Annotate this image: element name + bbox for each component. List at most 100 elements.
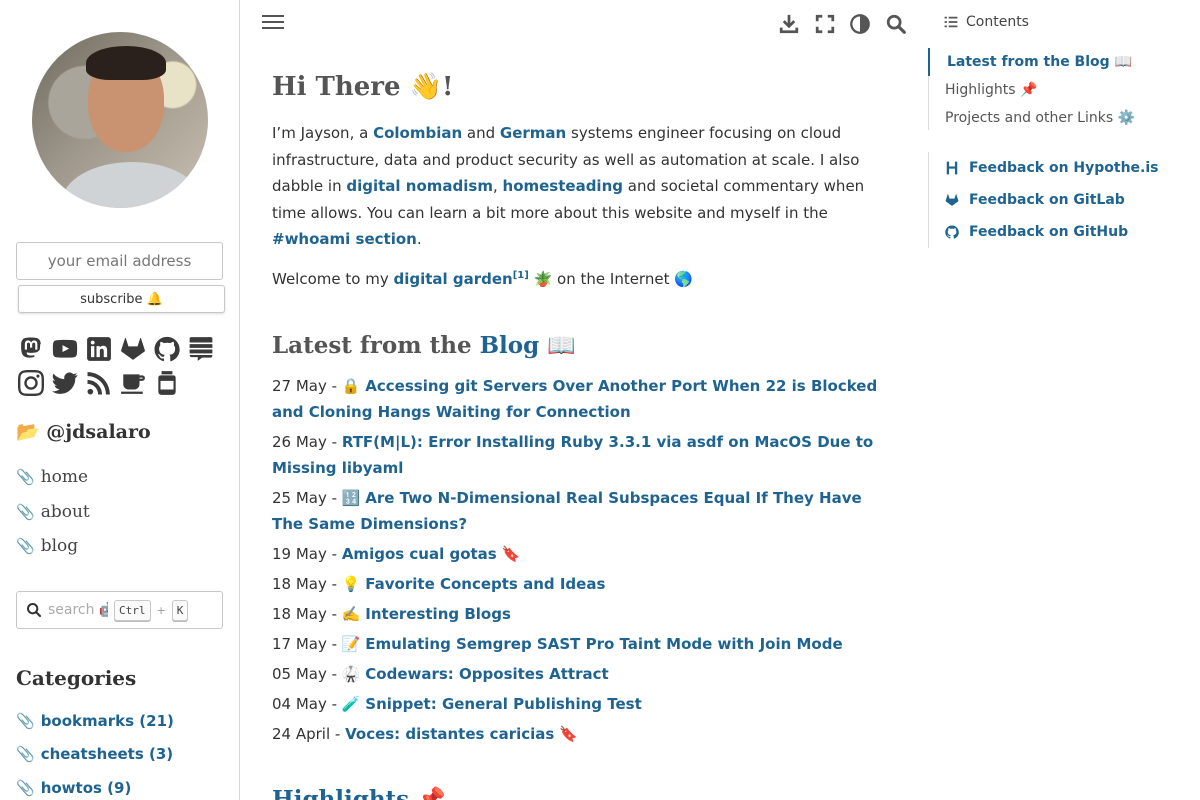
rss-icon[interactable] (84, 368, 114, 398)
post-emoji: 🧪 (341, 695, 366, 713)
text: Welcome to my (272, 269, 394, 288)
feedback-gitlab[interactable]: Feedback on GitLab (928, 184, 1159, 216)
post-link[interactable]: Interesting Blogs (365, 605, 511, 623)
toc-header: Contents (944, 14, 1029, 30)
download-icon[interactable] (777, 12, 801, 36)
link-whoami[interactable]: #whoami section (272, 230, 417, 248)
toc-item-highlights[interactable]: Highlights 📌 (929, 76, 1135, 104)
twitter-icon[interactable] (50, 368, 80, 398)
post-link[interactable]: Amigos cual gotas (342, 545, 497, 563)
gitlab-icon (945, 194, 959, 206)
shortcut-key-k: K (171, 599, 189, 621)
post-date: 26 May - (272, 433, 342, 451)
hamburger-menu-icon[interactable] (262, 12, 284, 34)
feedback-github-link[interactable]: Feedback on GitHub (969, 224, 1128, 240)
post-item: 26 May - RTF(M|L): Error Installing Ruby… (272, 429, 897, 481)
fullscreen-icon[interactable] (813, 12, 837, 36)
avatar-shirt (62, 162, 202, 208)
search-input[interactable] (48, 602, 108, 618)
subscribe-button[interactable]: subscribe 🔔 (18, 285, 225, 313)
post-date: 19 May - (272, 545, 342, 563)
link-digital-nomadism[interactable]: digital nomadism (346, 177, 493, 195)
jar-icon[interactable] (152, 368, 182, 398)
post-link[interactable]: Snippet: General Publishing Test (365, 695, 641, 713)
highlights-heading: Highlights 📌 (272, 786, 446, 800)
post-emoji: 🔒 (341, 377, 366, 395)
category-link[interactable]: cheatsheets (3) (41, 745, 173, 763)
search-box[interactable]: Ctrl + K (16, 591, 223, 629)
category-item-cheatsheets[interactable]: 📎 cheatsheets (3) (16, 738, 174, 772)
post-date: 04 May - (272, 695, 342, 713)
github-icon[interactable] (152, 334, 182, 364)
mastodon-icon[interactable] (16, 334, 46, 364)
profile-handle: 📂 @jdsalaro (16, 421, 151, 443)
feedback-hypothesis-link[interactable]: Feedback on Hypothe.is (969, 160, 1159, 176)
categories-title: Categories (16, 666, 137, 690)
instagram-icon[interactable] (16, 368, 46, 398)
email-field[interactable] (16, 242, 223, 280)
stackexchange-icon[interactable] (186, 334, 216, 364)
shortcut-plus: + (156, 603, 166, 617)
text: 🪴 on the Internet 🌎 (528, 269, 693, 288)
toc-item-blog[interactable]: Latest from the Blog 📖 (928, 48, 1135, 76)
table-of-contents: Contents Latest from the Blog 📖 Highligh… (928, 0, 1200, 800)
paperclip-icon: 📎 (16, 468, 35, 487)
search-icon[interactable] (884, 12, 908, 36)
sidebar-item-blog[interactable]: 📎 blog (16, 529, 90, 564)
sidebar-item-about[interactable]: 📎 about (16, 495, 90, 530)
post-date: 27 May - (272, 377, 342, 395)
post-item: 17 May - 📝 Emulating Semgrep SAST Pro Ta… (272, 631, 897, 657)
avatar[interactable] (32, 32, 208, 208)
category-item-bookmarks[interactable]: 📎 bookmarks (21) (16, 704, 174, 738)
post-date: 18 May - (272, 605, 342, 623)
post-item: 25 May - 🔢 Are Two N-Dimensional Real Su… (272, 485, 897, 537)
post-emoji: 🥋 (341, 665, 366, 683)
post-link[interactable]: Favorite Concepts and Ideas (365, 575, 605, 593)
left-sidebar: subscribe 🔔 📂 @jdsalaro 📎 home 📎 about 📎 bl… (0, 0, 240, 800)
toc-list: Latest from the Blog 📖 Highlights 📌 Proj… (928, 48, 1135, 130)
link-german[interactable]: German (500, 124, 566, 142)
gitlab-icon[interactable] (118, 334, 148, 364)
link-homesteading[interactable]: homesteading (503, 177, 623, 195)
blog-link[interactable]: Blog (480, 332, 540, 359)
theme-toggle-icon[interactable] (848, 12, 872, 36)
feedback-hypothesis[interactable]: Feedback on Hypothe.is (928, 152, 1159, 184)
post-list: 27 May - 🔒 Accessing git Servers Over An… (272, 373, 897, 747)
avatar-hair (86, 46, 166, 80)
sidebar-item-label: home (40, 467, 89, 488)
post-item: 18 May - ✍️ Interesting Blogs (272, 601, 897, 627)
link-colombian[interactable]: Colombian (373, 124, 462, 142)
social-links (16, 334, 216, 402)
text: , (492, 177, 503, 195)
post-link[interactable]: Voces: distantes caricias (345, 725, 554, 743)
footnote-link[interactable]: [1] (513, 270, 529, 281)
toc-item-projects[interactable]: Projects and other Links ⚙️ (929, 104, 1135, 132)
text: 📖 (539, 332, 576, 359)
feedback-gitlab-link[interactable]: Feedback on GitLab (969, 192, 1125, 208)
post-link[interactable]: Emulating Semgrep SAST Pro Taint Mode wi… (365, 635, 842, 653)
paperclip-icon: 📎 (16, 711, 35, 730)
paperclip-icon: 📎 (16, 502, 35, 521)
category-item-howtos[interactable]: 📎 howtos (9) (16, 771, 174, 800)
category-link[interactable]: howtos (9) (41, 779, 132, 797)
feedback-github[interactable]: Feedback on GitHub (928, 216, 1159, 248)
category-link[interactable]: bookmarks (21) (41, 712, 174, 730)
post-emoji: 📝 (341, 635, 366, 653)
post-item: 18 May - 💡 Favorite Concepts and Ideas (272, 571, 897, 597)
youtube-icon[interactable] (50, 334, 80, 364)
coffee-icon[interactable] (118, 368, 148, 398)
sidebar-item-label: blog (40, 536, 79, 557)
link-digital-garden[interactable]: digital garden (393, 270, 512, 288)
paperclip-icon: 📎 (16, 745, 35, 764)
sidebar-item-label: about (40, 501, 90, 522)
post-date: 24 April - (272, 725, 346, 743)
text: I’m Jayson, a (272, 124, 374, 142)
post-link[interactable]: Codewars: Opposites Attract (365, 665, 608, 683)
post-item: 24 April - Voces: distantes caricias 🔖 (272, 721, 897, 747)
post-link[interactable]: RTF(M|L): Error Installing Ruby 3.3.1 vi… (272, 433, 873, 477)
sidebar-item-home[interactable]: 📎 home (16, 460, 90, 495)
post-date: 05 May - (272, 665, 342, 683)
linkedin-icon[interactable] (84, 334, 114, 364)
post-emoji: 🔢 (341, 489, 366, 507)
text: . (416, 230, 422, 248)
